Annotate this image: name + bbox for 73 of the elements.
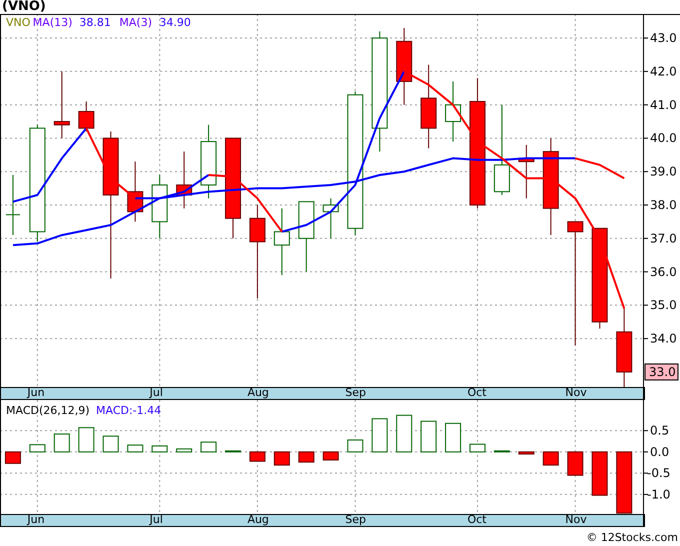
histogram-bar [592, 450, 608, 496]
candlestick [152, 174, 168, 238]
month-label: Sep [345, 512, 366, 526]
candlestick [54, 70, 70, 138]
candlestick [298, 200, 314, 272]
legend-label: MA(3) [119, 16, 152, 28]
histogram-bar [78, 426, 94, 452]
month-label: Jun [27, 386, 45, 400]
histogram-bar [420, 420, 437, 452]
legend-label: MACD(26,12,9) [6, 404, 90, 416]
axis-label: -0.5 [647, 466, 670, 480]
histogram-bar [347, 438, 364, 452]
histogram-bar [127, 444, 144, 452]
histogram-bar [396, 414, 412, 452]
histogram-bar [274, 450, 290, 466]
axis-label: 40.0 [650, 130, 677, 145]
candlestick [5, 174, 20, 236]
axis-label: 42.0 [650, 64, 677, 78]
legend-label: 38.81 [79, 16, 111, 28]
legend-label: MA(13) [32, 16, 72, 28]
month-label: Aug [247, 386, 269, 400]
copyright-text: © 12Stocks.com [586, 530, 678, 546]
axis-label: 38.0 [650, 198, 677, 212]
histogram-bar [469, 443, 486, 452]
legend-label: MACD:-1.44 [96, 404, 162, 416]
axis-label: 34.0 [650, 331, 677, 346]
month-label: Jul [150, 386, 163, 400]
month-label: Oct [467, 512, 486, 526]
histogram-bar [54, 433, 70, 452]
histogram-bar [249, 450, 266, 462]
price-tag: 33.0 [644, 362, 678, 380]
axis-label: 0.5 [650, 423, 670, 438]
candlestick [127, 160, 144, 222]
histogram-bar [616, 450, 632, 514]
month-label: Aug [247, 512, 269, 526]
histogram-bar [225, 450, 241, 452]
histogram-bar [372, 418, 388, 452]
histogram-bar [298, 450, 314, 462]
histogram-bar [4, 450, 21, 464]
histogram-bar [518, 450, 534, 454]
chart-title: (VNO) [2, 0, 46, 14]
candlestick [322, 197, 339, 238]
histogram-bar [29, 444, 46, 452]
axis-label: 35.0 [650, 298, 677, 312]
histogram-bar [152, 444, 168, 452]
axis-label: 37.0 [650, 230, 677, 245]
axis-label: 43.0 [650, 30, 677, 45]
month-label: Nov [565, 386, 587, 400]
histogram-bar [567, 450, 584, 476]
histogram-bar [176, 448, 192, 452]
candlestick [518, 144, 534, 198]
month-label: Jul [150, 512, 163, 526]
legend-label: VNO [6, 16, 30, 28]
histogram-bar [200, 441, 217, 452]
histogram-bar [542, 450, 559, 466]
histogram-bar [494, 450, 510, 452]
axis-label: 0.0 [650, 444, 670, 458]
month-label: Sep [345, 386, 366, 400]
axis-label: -1.0 [647, 486, 670, 501]
candlestick [274, 207, 290, 276]
histogram-bar [102, 435, 119, 452]
axis-label: 41.0 [650, 97, 677, 112]
histogram-bar [322, 450, 339, 460]
axis-label: 36.0 [650, 264, 677, 278]
axis-label: 39.0 [650, 164, 677, 178]
month-label: Nov [565, 512, 587, 526]
month-label: Jun [27, 512, 45, 526]
histogram-bar [445, 422, 462, 452]
legend-label: 34.90 [159, 16, 191, 28]
month-label: Oct [467, 386, 486, 400]
candlestick [445, 80, 462, 142]
candlestick [78, 100, 94, 132]
candlestick [176, 150, 192, 208]
